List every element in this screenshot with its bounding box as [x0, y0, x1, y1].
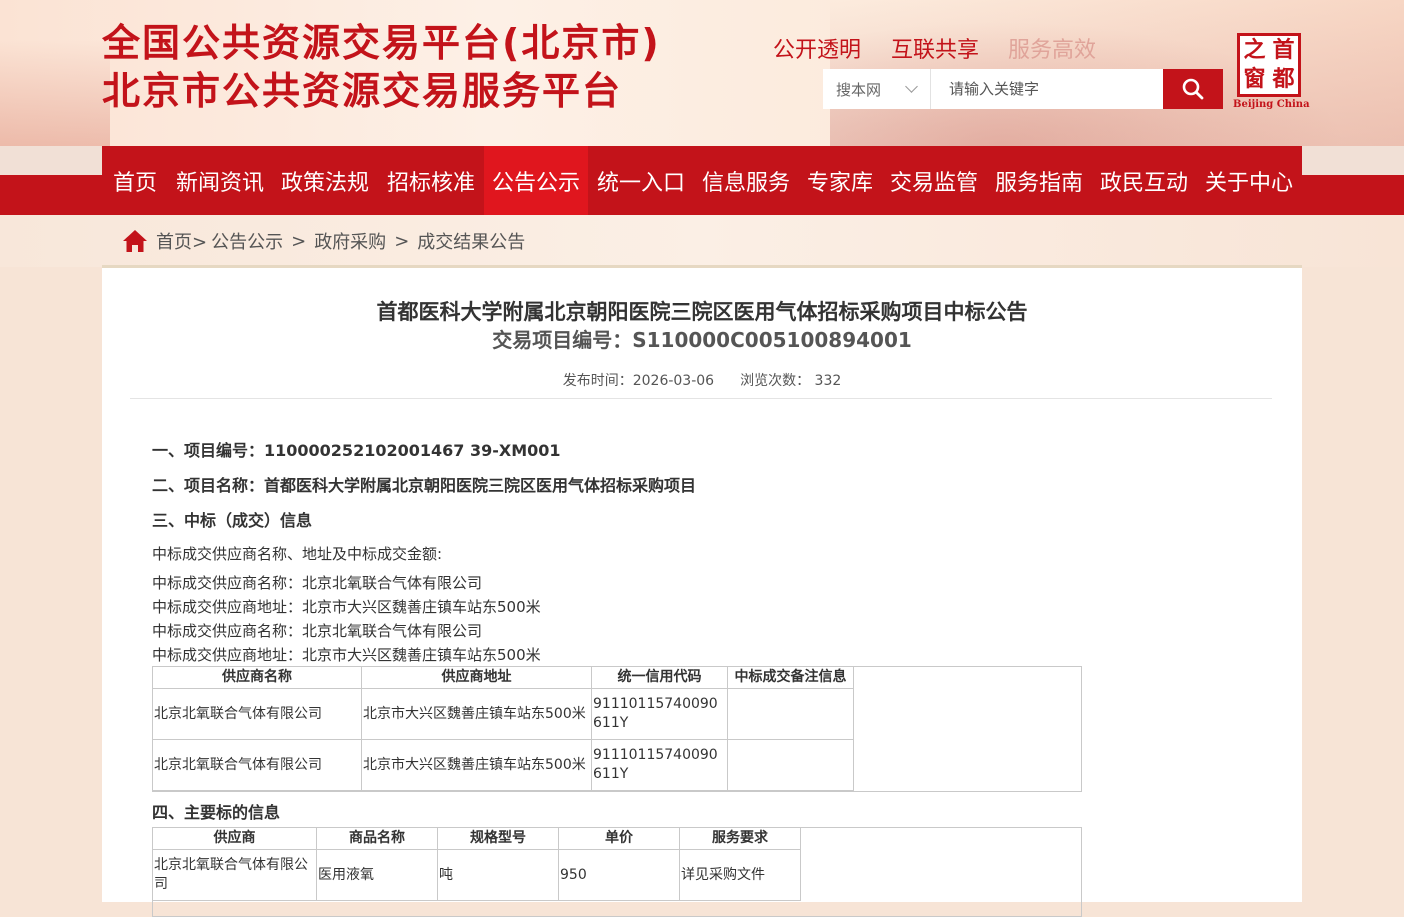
- breadcrumb-gov-procurement[interactable]: 政府采购: [314, 228, 386, 254]
- table-row: 北京北氧联合气体有限公司 北京市大兴区魏善庄镇车站东500米 911101157…: [152, 688, 854, 740]
- table-header-cell: 统一信用代码: [591, 666, 728, 689]
- search-bar: 搜本网: [823, 69, 1223, 109]
- winner-line: 中标成交供应商名称：北京北氧联合气体有限公司: [152, 574, 483, 592]
- section-project-number: 一、项目编号：110000252102001467 39-XM001: [152, 441, 561, 460]
- nav-item-announcements[interactable]: 公告公示: [484, 146, 588, 215]
- table-cell: 91110115740090611Y: [591, 739, 728, 791]
- section-main-items: 四、主要标的信息: [152, 803, 281, 822]
- search-icon: [1182, 78, 1204, 100]
- nav-item-about[interactable]: 关于中心: [1196, 146, 1302, 215]
- nav-item-service-guide[interactable]: 服务指南: [986, 146, 1092, 215]
- table-cell: 北京北氧联合气体有限公司: [152, 688, 362, 740]
- table-header-cell: 规格型号: [437, 827, 559, 850]
- table-cell: 医用液氧: [316, 849, 438, 901]
- table-cell: 北京北氧联合气体有限公司: [152, 739, 362, 791]
- table-header-row: 供应商 商品名称 规格型号 单价 服务要求: [152, 827, 801, 850]
- table-cell: 北京北氧联合气体有限公司: [152, 849, 317, 901]
- notice-content-panel: 首都医科大学附属北京朝阳医院三院区医用气体招标采购项目中标公告 交易项目编号：S…: [102, 265, 1302, 917]
- table-cell: [727, 739, 854, 791]
- breadcrumb-separator: >: [291, 230, 307, 252]
- slogan-shared: 互联共享: [891, 38, 980, 63]
- table-cell: 详见采购文件: [679, 849, 801, 901]
- capital-window-logo[interactable]: 之 首 窗 都: [1237, 33, 1301, 97]
- nav-item-home[interactable]: 首页: [102, 146, 168, 215]
- winner-line: 中标成交供应商地址：北京市大兴区魏善庄镇车站东500米: [152, 598, 541, 616]
- breadcrumb-home[interactable]: 首页>: [156, 228, 207, 254]
- section-winner-info: 三、中标（成交）信息: [152, 511, 313, 530]
- logo-char: 都: [1272, 67, 1295, 92]
- nav-item-policy[interactable]: 政策法规: [272, 146, 378, 215]
- nav-item-news[interactable]: 新闻资讯: [168, 146, 272, 215]
- breadcrumb: 首页> 公告公示 > 政府采购 > 成交结果公告: [122, 226, 525, 256]
- table-cell: [727, 688, 854, 740]
- home-icon: [123, 230, 147, 252]
- divider: [130, 398, 1272, 399]
- logo-char: 窗: [1243, 67, 1266, 92]
- main-nav: 首页 新闻资讯 政策法规 招标核准 公告公示 统一入口 信息服务 专家库 交易监…: [102, 146, 1302, 215]
- view-count-label: 浏览次数：: [740, 373, 811, 389]
- table-header-cell: 供应商地址: [361, 666, 592, 689]
- transaction-project-code: 交易项目编号：S110000C005100894001: [492, 328, 912, 352]
- slogan-transparent: 公开透明: [773, 38, 862, 63]
- slogan-efficient: 服务高效: [1008, 38, 1097, 63]
- breadcrumb-separator: >: [394, 230, 410, 252]
- nav-item-expert-pool[interactable]: 专家库: [798, 146, 882, 215]
- search-button[interactable]: [1163, 69, 1223, 109]
- table-cell: 950: [558, 849, 680, 901]
- winner-intro: 中标成交供应商名称、地址及中标成交金额:: [152, 545, 443, 563]
- table-cell: 91110115740090611Y: [591, 688, 728, 740]
- publish-time: 发布时间：2026-03-06: [562, 373, 715, 389]
- table-header-cell: 商品名称: [316, 827, 438, 850]
- table-header-row: 供应商名称 供应商地址 统一信用代码 中标成交备注信息: [152, 666, 854, 689]
- capital-window-logo-caption: Beijing China: [1233, 99, 1310, 110]
- table-header-cell: 服务要求: [679, 827, 801, 850]
- table-cell: 北京市大兴区魏善庄镇车站东500米: [361, 739, 592, 791]
- breadcrumb-result-notice[interactable]: 成交结果公告: [417, 228, 525, 254]
- nav-item-bid-approval[interactable]: 招标核准: [378, 146, 484, 215]
- table-cell: 吨: [437, 849, 559, 901]
- site-header: 全国公共资源交易平台(北京市) 北京市公共资源交易服务平台 公开透明 互联共享 …: [0, 0, 1404, 146]
- site-title-national[interactable]: 全国公共资源交易平台(北京市): [102, 12, 661, 67]
- search-scope-label: 搜本网: [836, 80, 882, 99]
- winner-line: 中标成交供应商地址：北京市大兴区魏善庄镇车站东500米: [152, 646, 541, 664]
- logo-char: 之: [1243, 38, 1266, 63]
- table-header-cell: 单价: [558, 827, 680, 850]
- chevron-down-icon: [905, 80, 918, 93]
- table-header-cell: 供应商: [152, 827, 317, 850]
- nav-item-interaction[interactable]: 政民互动: [1092, 146, 1196, 215]
- logo-char: 首: [1272, 38, 1295, 63]
- nav-item-info-service[interactable]: 信息服务: [694, 146, 798, 215]
- breadcrumb-announcements[interactable]: 公告公示: [211, 228, 283, 254]
- search-scope-select[interactable]: 搜本网: [823, 69, 931, 109]
- site-title-beijing[interactable]: 北京市公共资源交易服务平台: [102, 60, 622, 115]
- notice-title: 首都医科大学附属北京朝阳医院三院区医用气体招标采购项目中标公告: [376, 300, 1028, 324]
- winner-table: 供应商名称 供应商地址 统一信用代码 中标成交备注信息 北京北氧联合气体有限公司…: [152, 666, 854, 791]
- view-count: 332: [814, 373, 842, 389]
- notice-meta: 发布时间：2026-03-06 浏览次数： 332: [102, 370, 1302, 390]
- winner-line: 中标成交供应商名称：北京北氧联合气体有限公司: [152, 622, 483, 640]
- section-project-name: 二、项目名称：首都医科大学附属北京朝阳医院三院区医用气体招标采购项目: [152, 476, 697, 495]
- table-cell: 北京市大兴区魏善庄镇车站东500米: [361, 688, 592, 740]
- table-row: 北京北氧联合气体有限公司 北京市大兴区魏善庄镇车站东500米 911101157…: [152, 739, 854, 791]
- nav-item-unified-entry[interactable]: 统一入口: [588, 146, 694, 215]
- table-header-cell: 中标成交备注信息: [727, 666, 854, 689]
- temple-of-heaven-illustration: [0, 40, 110, 146]
- table-row: 北京北氧联合气体有限公司 医用液氧 吨 950 详见采购文件: [152, 849, 801, 901]
- search-input[interactable]: [931, 69, 1163, 109]
- goods-table: 供应商 商品名称 规格型号 单价 服务要求 北京北氧联合气体有限公司 医用液氧 …: [152, 827, 801, 901]
- main-nav-bar: 首页 新闻资讯 政策法规 招标核准 公告公示 统一入口 信息服务 专家库 交易监…: [0, 146, 1404, 215]
- table-header-cell: 供应商名称: [152, 666, 362, 689]
- nav-item-supervision[interactable]: 交易监管: [882, 146, 986, 215]
